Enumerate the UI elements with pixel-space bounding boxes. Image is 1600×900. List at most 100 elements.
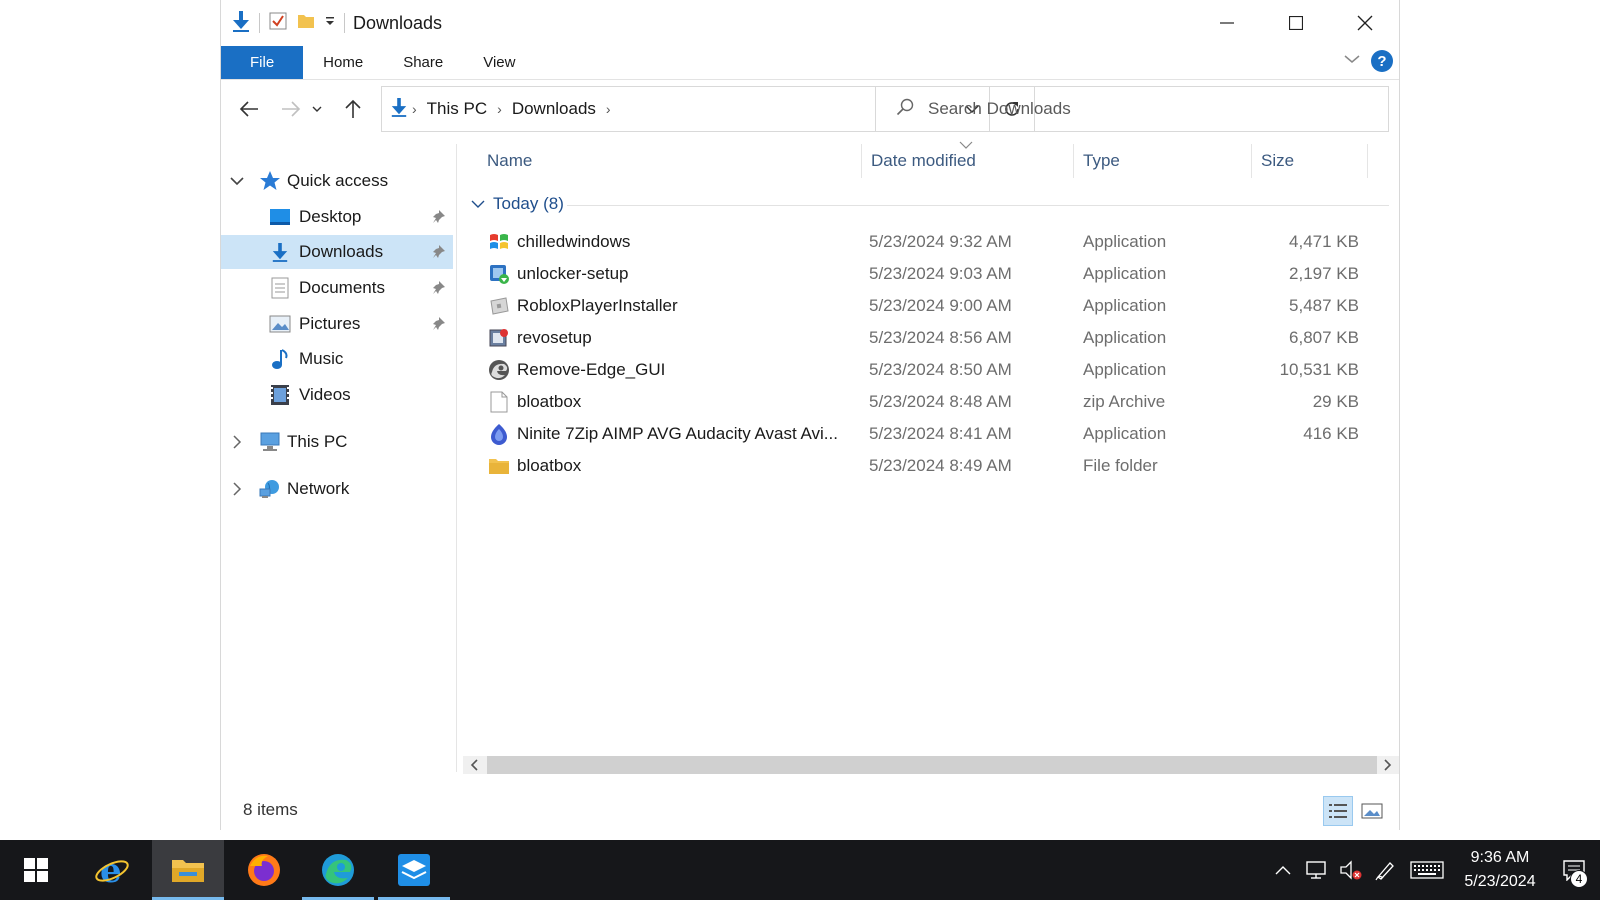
pin-icon[interactable] bbox=[431, 280, 447, 296]
action-center-button[interactable]: 4 bbox=[1548, 840, 1600, 900]
start-button[interactable] bbox=[0, 840, 72, 900]
file-list: Name Date modified Type Size Today (8) c… bbox=[461, 141, 1399, 774]
sidebar-item-desktop[interactable]: Desktop bbox=[221, 200, 453, 234]
close-icon bbox=[1357, 15, 1372, 31]
sidebar-item-label: Music bbox=[299, 349, 344, 368]
sidebar-item-quick-access[interactable]: Quick access bbox=[221, 164, 453, 198]
file-row[interactable]: Ninite 7Zip AIMP AVG Audacity Avast Avi.… bbox=[461, 418, 1381, 450]
help-icon[interactable]: ? bbox=[1371, 50, 1393, 72]
documents-icon bbox=[269, 277, 291, 299]
sidebar-item-label: Documents bbox=[299, 278, 385, 297]
file-type: File folder bbox=[1083, 456, 1158, 475]
taskbar-app-installer[interactable] bbox=[378, 840, 450, 900]
sidebar-item-music[interactable]: Music bbox=[221, 342, 453, 376]
taskbar-file-explorer[interactable] bbox=[152, 840, 224, 900]
file-type: Application bbox=[1083, 264, 1167, 283]
roblox-icon bbox=[487, 294, 511, 318]
recent-locations-button[interactable] bbox=[305, 91, 329, 127]
file-type: Application bbox=[1083, 232, 1167, 251]
file-icon bbox=[487, 390, 511, 414]
volume-button[interactable] bbox=[1334, 840, 1368, 900]
pin-icon[interactable] bbox=[431, 316, 447, 332]
file-row[interactable]: chilledwindows 5/23/2024 9:32 AM Applicati… bbox=[461, 226, 1381, 258]
search-box[interactable] bbox=[875, 86, 1389, 132]
windows-start-icon bbox=[24, 858, 48, 882]
sidebar-item-network[interactable]: Network bbox=[221, 472, 453, 506]
chevron-right-icon[interactable]: › bbox=[412, 101, 417, 117]
forward-button[interactable] bbox=[273, 91, 309, 127]
pin-icon[interactable] bbox=[431, 244, 447, 260]
chevron-right-icon[interactable]: › bbox=[606, 101, 611, 117]
search-input[interactable] bbox=[928, 99, 1348, 119]
large-icons-view-button[interactable] bbox=[1357, 796, 1387, 826]
file-name: RobloxPlayerInstaller bbox=[517, 296, 678, 315]
tab-share[interactable]: Share bbox=[383, 46, 463, 79]
network-status-button[interactable] bbox=[1300, 840, 1334, 900]
horizontal-scrollbar[interactable] bbox=[463, 756, 1399, 774]
edge-icon bbox=[322, 854, 354, 886]
chevron-right-icon[interactable] bbox=[229, 434, 245, 450]
chevron-down-icon bbox=[312, 106, 322, 112]
network-icon bbox=[259, 478, 281, 500]
sidebar-item-this-pc[interactable]: This PC bbox=[221, 425, 453, 459]
file-size: 10,531 KB bbox=[1279, 360, 1359, 379]
pen-workspace-button[interactable] bbox=[1368, 840, 1402, 900]
new-folder-icon[interactable] bbox=[296, 11, 316, 36]
tab-home[interactable]: Home bbox=[303, 46, 383, 79]
maximize-button[interactable] bbox=[1261, 0, 1330, 46]
volume-muted-icon bbox=[1340, 860, 1362, 880]
expand-ribbon-icon[interactable] bbox=[1343, 52, 1361, 70]
forward-arrow-icon bbox=[282, 101, 301, 117]
taskbar-firefox[interactable] bbox=[228, 840, 300, 900]
sidebar-item-pictures[interactable]: Pictures bbox=[221, 307, 453, 341]
scroll-left-button[interactable] bbox=[465, 756, 483, 774]
sidebar-item-downloads[interactable]: Downloads bbox=[221, 235, 453, 269]
file-type: Application bbox=[1083, 328, 1167, 347]
column-header-size[interactable]: Size bbox=[1261, 144, 1294, 178]
breadcrumb-this-pc[interactable]: This PC bbox=[427, 99, 487, 119]
back-arrow-icon bbox=[239, 101, 258, 117]
firefox-icon bbox=[248, 854, 280, 886]
file-date-modified: 5/23/2024 9:00 AM bbox=[869, 296, 1012, 315]
properties-icon[interactable] bbox=[268, 11, 288, 36]
breadcrumb-downloads[interactable]: Downloads bbox=[512, 99, 596, 119]
details-view-button[interactable] bbox=[1323, 796, 1353, 826]
sidebar-item-documents[interactable]: Documents bbox=[221, 271, 453, 305]
file-type: Application bbox=[1083, 360, 1167, 379]
file-row[interactable]: bloatbox 5/23/2024 8:48 AM zip Archive 29 K… bbox=[461, 386, 1381, 418]
folder-icon bbox=[487, 454, 511, 478]
tab-file[interactable]: File bbox=[221, 46, 304, 79]
file-row[interactable]: unlocker-setup 5/23/2024 9:03 AM Applicati… bbox=[461, 258, 1381, 290]
file-date-modified: 5/23/2024 8:50 AM bbox=[869, 360, 1012, 379]
pictures-icon bbox=[269, 313, 291, 335]
minimize-icon bbox=[1219, 22, 1234, 24]
chevron-right-icon[interactable] bbox=[229, 481, 245, 497]
chevron-right-icon[interactable]: › bbox=[497, 101, 502, 117]
scrollbar-thumb[interactable] bbox=[487, 756, 1377, 774]
file-row[interactable]: Remove-Edge_GUI 5/23/2024 8:50 AM Applicat… bbox=[461, 354, 1381, 386]
clock[interactable]: 9:36 AM 5/23/2024 bbox=[1452, 846, 1548, 894]
column-header-type[interactable]: Type bbox=[1083, 144, 1120, 178]
file-date-modified: 5/23/2024 8:41 AM bbox=[869, 424, 1012, 443]
taskbar-edge[interactable] bbox=[302, 840, 374, 900]
back-button[interactable] bbox=[231, 91, 267, 127]
tab-view[interactable]: View bbox=[463, 46, 535, 79]
chevron-down-icon[interactable] bbox=[229, 173, 245, 189]
pin-icon[interactable] bbox=[431, 209, 447, 225]
minimize-button[interactable] bbox=[1192, 0, 1261, 46]
scroll-right-button[interactable] bbox=[1379, 756, 1397, 774]
sidebar-item-videos[interactable]: Videos bbox=[221, 378, 453, 412]
show-hidden-icons-button[interactable] bbox=[1266, 840, 1300, 900]
file-row[interactable]: RobloxPlayerInstaller 5/23/2024 9:00 AM Ap… bbox=[461, 290, 1381, 322]
column-header-name[interactable]: Name bbox=[487, 144, 532, 178]
up-button[interactable] bbox=[335, 91, 371, 127]
file-row[interactable]: bloatbox 5/23/2024 8:49 AM File folder bbox=[461, 450, 1381, 482]
touch-keyboard-button[interactable] bbox=[1402, 840, 1452, 900]
file-row[interactable]: revosetup 5/23/2024 8:56 AM Application 6,8… bbox=[461, 322, 1381, 354]
customize-toolbar-icon[interactable] bbox=[324, 14, 336, 32]
group-header-today[interactable]: Today (8) bbox=[471, 194, 564, 214]
up-arrow-icon bbox=[345, 99, 361, 118]
close-button[interactable] bbox=[1330, 0, 1399, 46]
taskbar-internet-explorer[interactable]: e bbox=[76, 840, 148, 900]
navigation-pane: Quick access Desktop Downloads Documents… bbox=[221, 144, 457, 772]
